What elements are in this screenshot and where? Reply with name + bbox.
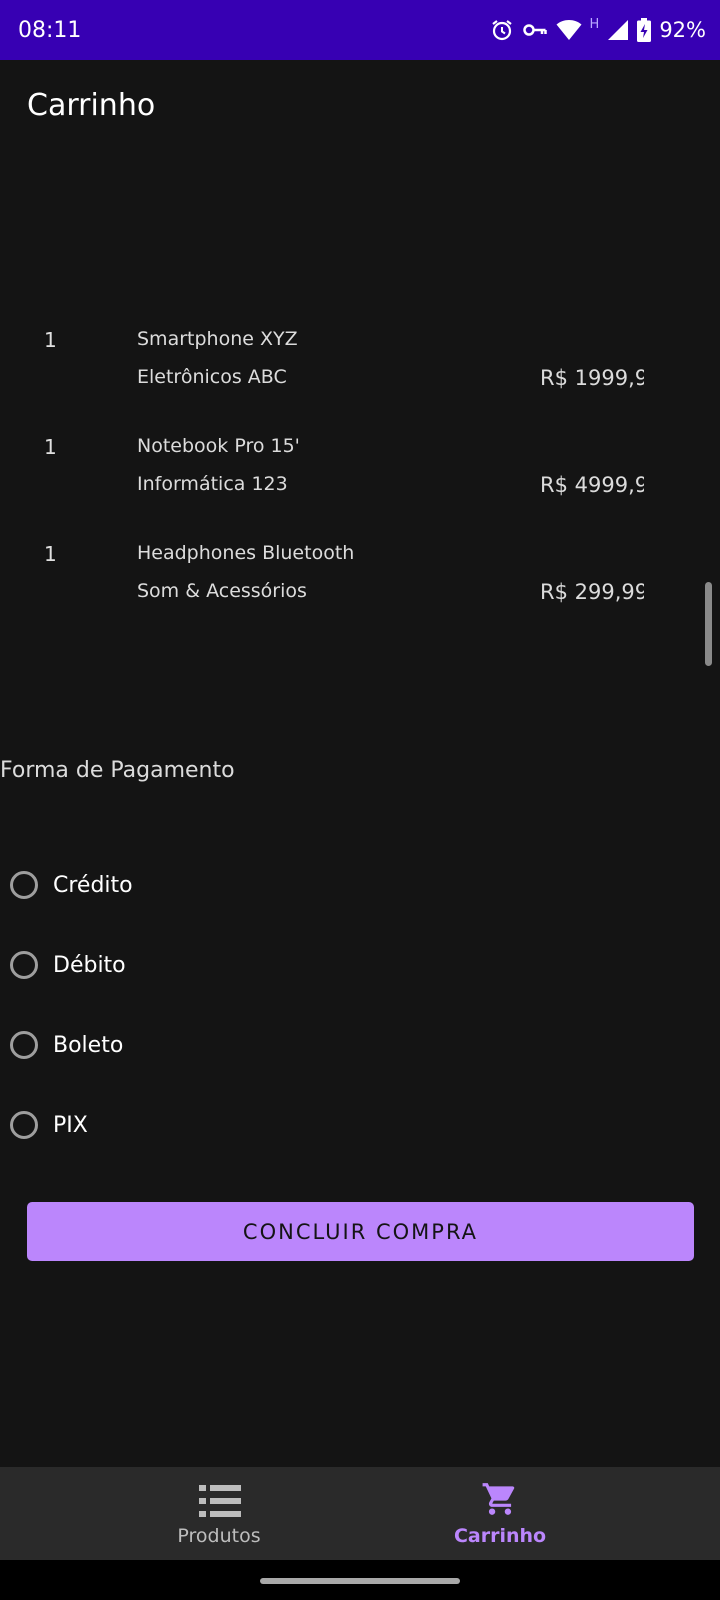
item-price: R$ 4999,99 <box>540 473 644 497</box>
item-quantity: 1 <box>44 435 57 459</box>
item-seller: Eletrônicos ABC <box>137 366 287 388</box>
item-price: R$ 1999,99 <box>540 366 644 390</box>
item-name: Notebook Pro 15' <box>137 435 300 457</box>
item-seller: Som & Acessórios <box>137 580 307 602</box>
page-title: Carrinho <box>27 88 156 123</box>
cart-item: 1 Smartphone XYZ Eletrônicos ABC R$ 1999… <box>0 328 720 408</box>
payment-option-debito[interactable]: Débito <box>10 945 126 985</box>
status-time: 08:11 <box>18 18 82 43</box>
battery-percentage: 92% <box>659 18 706 42</box>
alarm-icon <box>491 20 512 41</box>
payment-section-title: Forma de Pagamento <box>0 758 235 783</box>
item-seller: Informática 123 <box>137 473 288 495</box>
gesture-navigation-bar <box>0 1560 720 1600</box>
payment-option-boleto[interactable]: Boleto <box>10 1025 123 1065</box>
wifi-icon <box>556 20 582 40</box>
item-quantity: 1 <box>44 542 57 566</box>
item-price: R$ 299,99 <box>540 580 644 604</box>
network-type-label: H <box>589 16 600 32</box>
item-name: Smartphone XYZ <box>137 328 298 350</box>
home-gesture-handle[interactable] <box>260 1578 460 1584</box>
item-quantity: 1 <box>44 328 57 352</box>
nav-item-label: Carrinho <box>453 1525 547 1547</box>
payment-option-label: PIX <box>53 1112 88 1138</box>
radio-button[interactable] <box>10 1111 38 1139</box>
list-icon <box>199 1485 241 1517</box>
payment-option-pix[interactable]: PIX <box>10 1105 88 1145</box>
vpn-key-icon <box>522 24 547 36</box>
bottom-navigation: Produtos Carrinho <box>0 1467 720 1560</box>
payment-option-label: Débito <box>53 952 126 978</box>
list-scrollbar[interactable] <box>705 582 712 666</box>
cart-item: 1 Headphones Bluetooth Som & Acessórios … <box>0 542 720 622</box>
radio-button[interactable] <box>10 871 38 899</box>
cart-item: 1 Notebook Pro 15' Informática 123 R$ 49… <box>0 435 720 515</box>
cart-icon <box>482 1483 515 1515</box>
payment-option-label: Boleto <box>53 1032 124 1058</box>
checkout-button[interactable]: CONCLUIR COMPRA <box>27 1202 694 1261</box>
status-icons: H 92% <box>490 16 706 44</box>
payment-option-credito[interactable]: Crédito <box>10 865 133 905</box>
payment-option-label: Crédito <box>53 872 133 898</box>
item-name: Headphones Bluetooth <box>137 542 355 564</box>
radio-button[interactable] <box>10 1031 38 1059</box>
radio-button[interactable] <box>10 951 38 979</box>
battery-charging-icon <box>637 18 652 42</box>
nav-item-carrinho[interactable]: Carrinho <box>320 1467 680 1560</box>
status-bar: 08:11 H 92% <box>0 0 720 60</box>
signal-icon <box>608 20 629 40</box>
